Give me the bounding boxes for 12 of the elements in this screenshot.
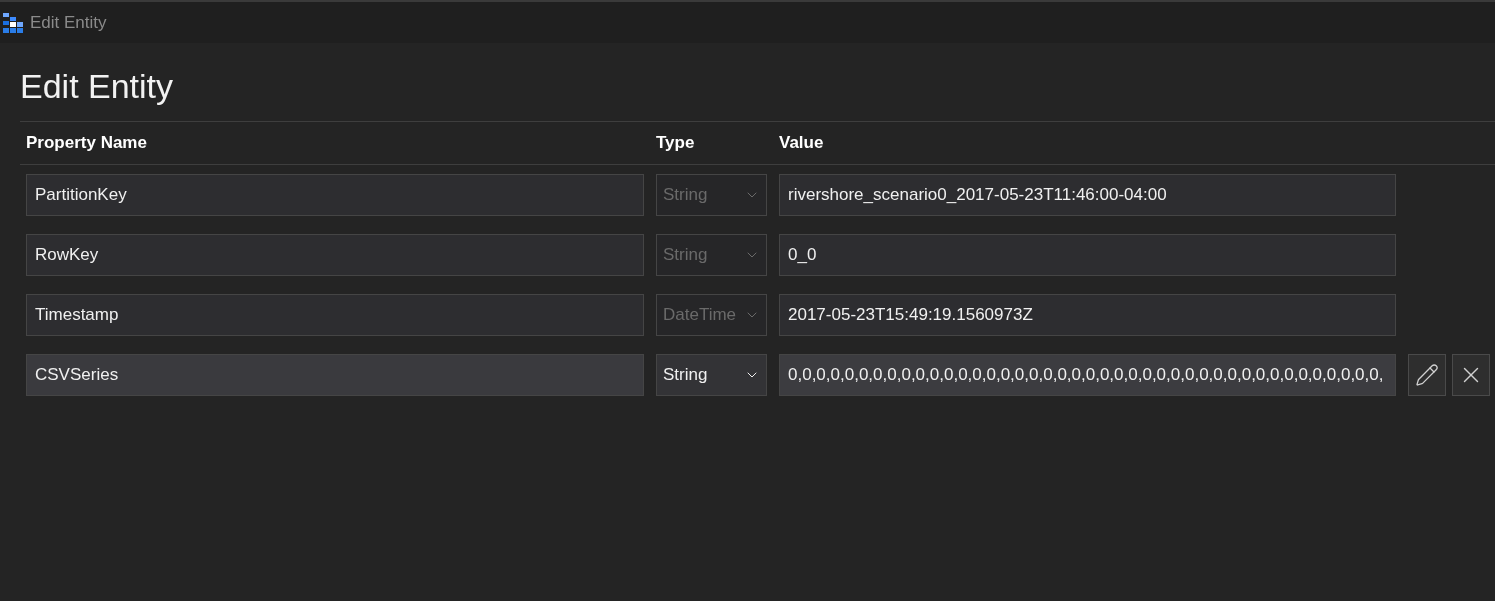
column-header: Value [779,133,824,153]
pencil-icon [1415,363,1439,387]
column-header: Type [656,133,695,153]
blocks-icon [2,11,24,34]
type-dropdown[interactable]: String [656,354,767,396]
window-title: Edit Entity [30,11,107,34]
name-field[interactable]: CSVSeries [26,354,644,396]
delete-button[interactable] [1452,354,1490,396]
value-field[interactable]: 0,0,0,0,0,0,0,0,0,0,0,0,0,0,0,0,0,0,0,0,0,0,0,0,0,0,0,0,0,0,0,0,0,0,0,0,0,0,0,0,0,0, [779,354,1396,396]
column-header: Property Name [26,133,147,153]
page-heading: Edit Entity [20,66,174,107]
edit-button[interactable] [1408,354,1446,396]
